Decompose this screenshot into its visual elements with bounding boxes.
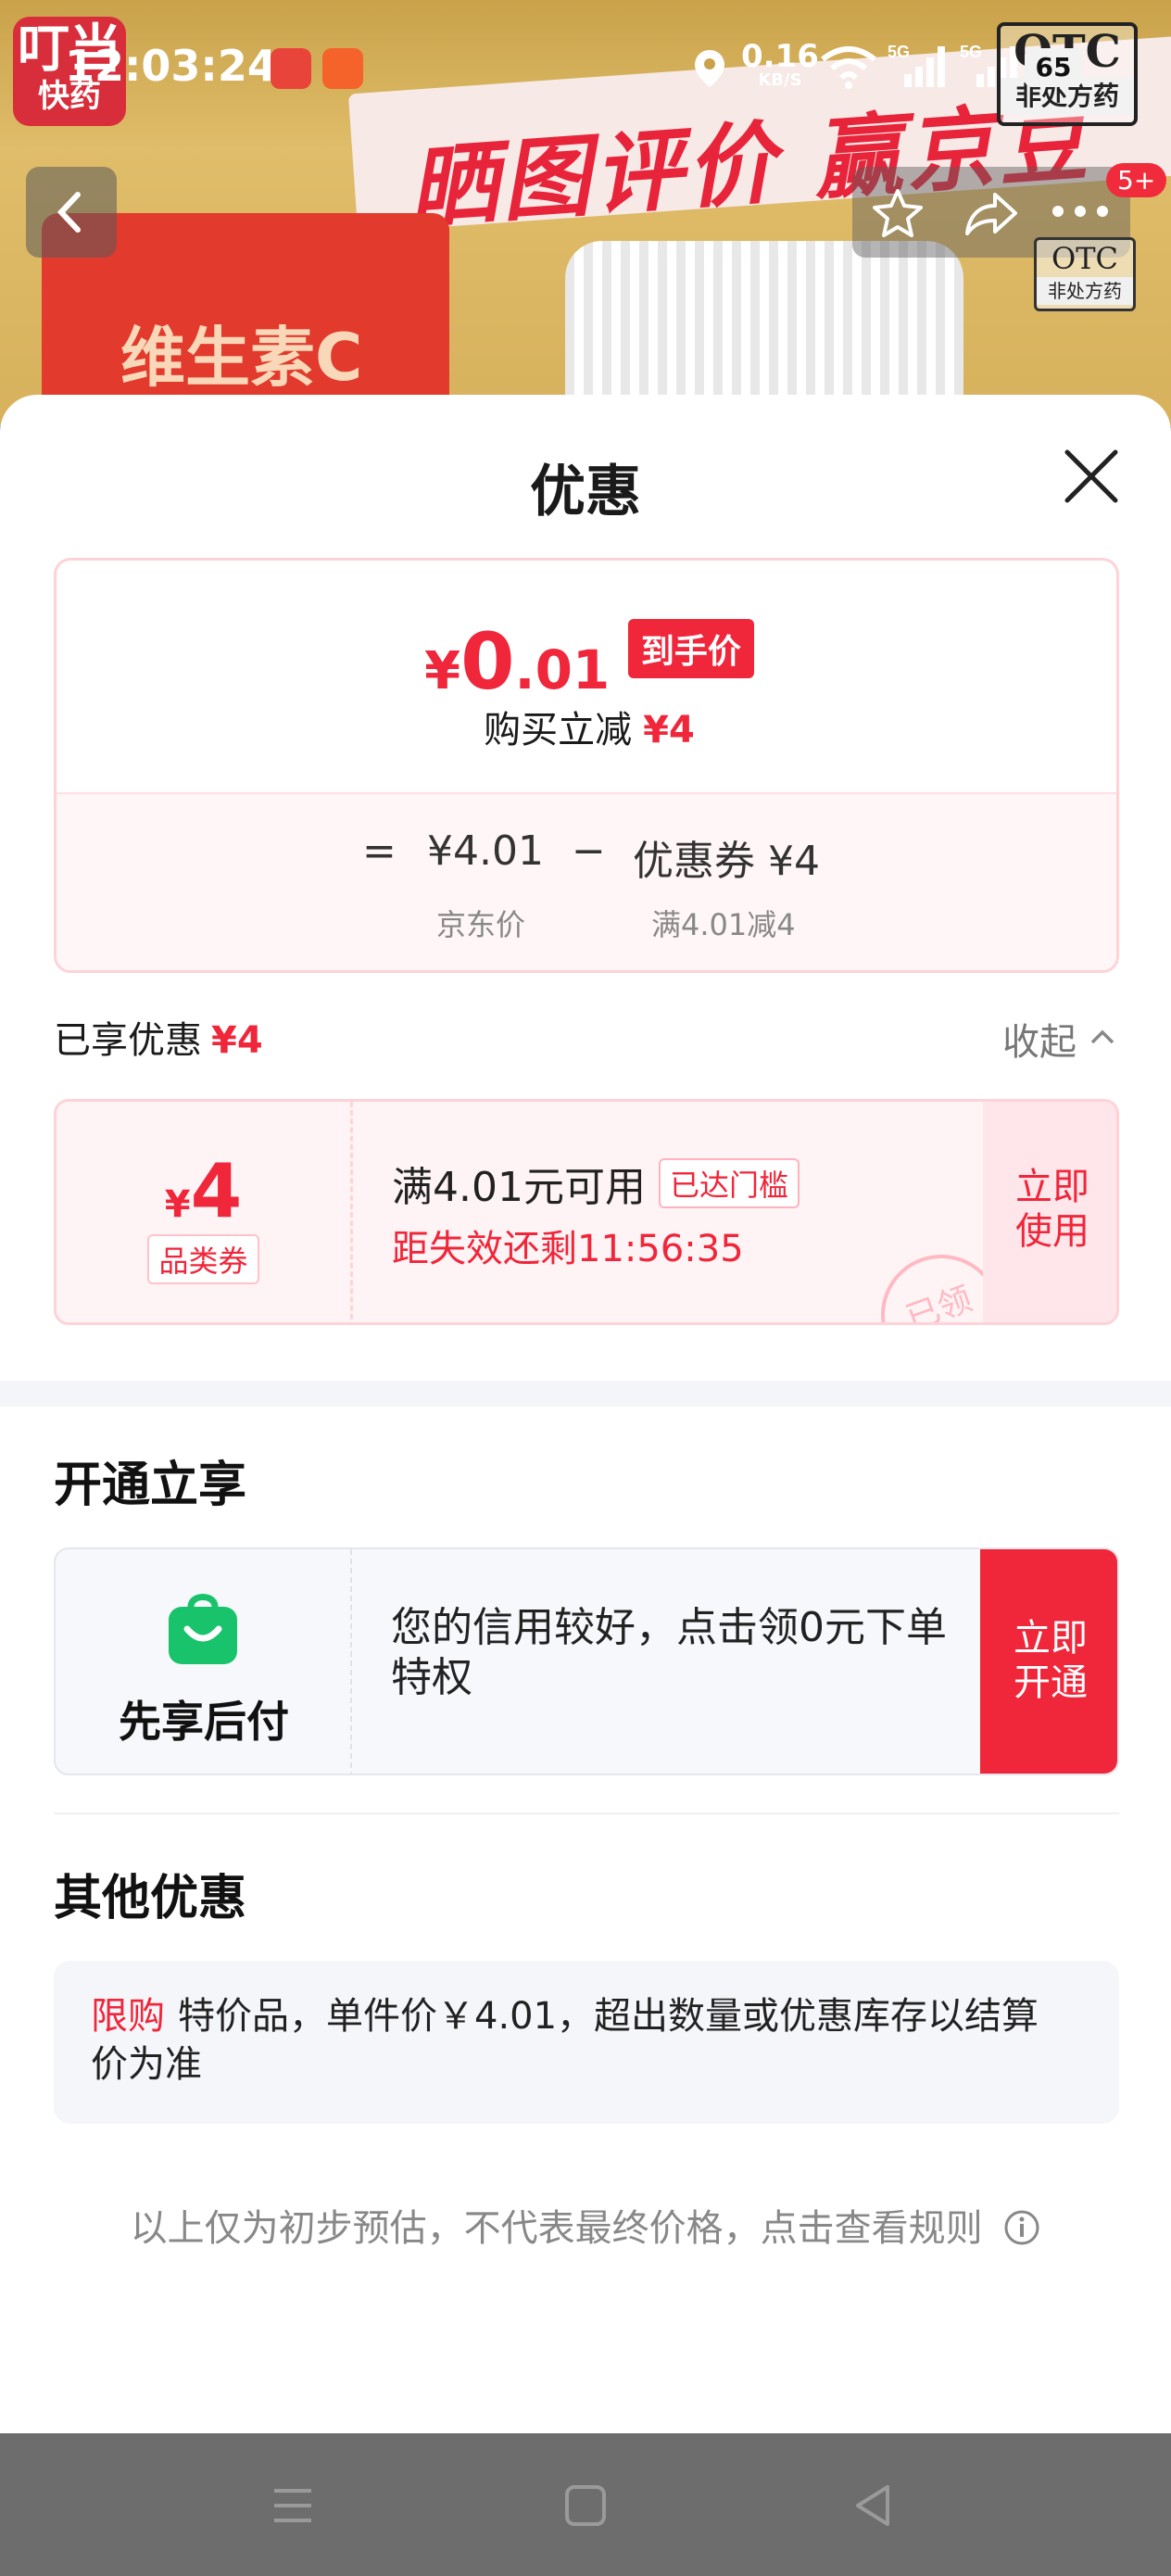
divider (54, 1812, 1119, 1814)
rules-footnote[interactable]: 以上仅为初步预估，不代表最终价格，点击查看规则 (0, 2198, 1171, 2252)
close-icon[interactable] (1062, 447, 1121, 506)
bnpl-description: 您的信用较好，点击领0元下单特权 (391, 1604, 947, 1701)
formula-jd-price: ¥4.01 (427, 827, 544, 875)
otc-sublabel: 非处方药 (1037, 277, 1133, 305)
sheet-title: 优惠 (530, 460, 641, 524)
signal-icon: 5G (888, 43, 945, 87)
formula-equals: = (362, 827, 397, 875)
collapse-button[interactable]: 收起 (1002, 1012, 1077, 1066)
price-currency: ¥ (424, 641, 461, 701)
coupon-condition: 满4.01元可用 (392, 1164, 646, 1211)
instant-reduce-label: 购买立减 (484, 709, 633, 751)
coupon-timer: 距失效还剩11:56:35 (392, 1228, 744, 1270)
coupon-amount: ¥4 (57, 1148, 350, 1234)
coupon-type: 品类券 (147, 1234, 259, 1284)
chevron-up-icon[interactable] (1089, 1029, 1115, 1045)
other-discount-card: 限购 特价品，单件价￥4.01，超出数量或优惠库存以结算价为准 (54, 1961, 1119, 2124)
star-icon[interactable] (871, 187, 925, 239)
bnpl-label: 先享后付 (119, 1697, 289, 1747)
price-decimal: .01 (514, 638, 611, 701)
section-divider (0, 1381, 1171, 1407)
instant-reduce-amount: ¥4 (643, 709, 695, 751)
use-now-line1: 立即 (1015, 1166, 1089, 1208)
location-icon (695, 50, 724, 87)
message-badge: 5+ (1106, 163, 1167, 197)
menu-icon[interactable] (265, 2478, 321, 2533)
status-time: 12:03:24 (65, 41, 277, 91)
other-section-title: 其他优惠 (54, 1871, 247, 1926)
share-icon[interactable] (963, 189, 1019, 237)
back-button[interactable] (26, 167, 117, 258)
other-discount-desc: 特价品，单件价￥4.01，超出数量或优惠库存以结算价为准 (91, 1995, 1039, 2086)
bnpl-card[interactable]: 先享后付 您的信用较好，点击领0元下单特权 立即 开通 (54, 1547, 1119, 1775)
formula-jd-price-label: 京东价 (436, 907, 526, 942)
otc-label: OTC (1051, 241, 1119, 276)
formula-minus: − (572, 827, 606, 875)
enjoyed-discount: 已享优惠 ¥4 (54, 1010, 263, 1064)
footnote-text: 以上仅为初步预估，不代表最终价格，点击查看规则 (130, 2207, 983, 2250)
activate-section-title: 开通立享 (54, 1458, 247, 1513)
discount-sheet: 优惠 ¥0.01 到手价 购买立减 ¥4 = ¥4.01 − 优惠券 ¥4 京东价… (0, 395, 1171, 2433)
more-icon[interactable] (1051, 204, 1110, 219)
enjoyed-label: 已享优惠 (54, 1019, 202, 1062)
home-icon[interactable] (558, 2478, 613, 2533)
notification-icon (322, 48, 363, 89)
instant-reduce: 购买立减 ¥4 (57, 700, 1116, 753)
coupon-info: 满4.01元可用 已达门槛 距失效还剩11:56:35 (392, 1154, 800, 1272)
hand-price-tag: 到手价 (627, 619, 754, 678)
status-bar: 叮当 快药 12:03:24 0.16 KB/S 5G 5G OTC 非处方药 … (0, 0, 1171, 139)
limit-tag: 限购 (91, 1995, 165, 2038)
back-arrow-icon (57, 192, 81, 233)
back-triangle-icon[interactable] (845, 2478, 900, 2533)
bnpl-brand: 先享后付 (56, 1549, 352, 1774)
net-speed: 0.16 KB/S (741, 41, 819, 89)
enjoyed-amount: ¥4 (211, 1019, 263, 1062)
price-card: ¥0.01 到手价 购买立减 ¥4 = ¥4.01 − 优惠券 ¥4 京东价 满4… (54, 558, 1119, 973)
other-discount-text: 限购 特价品，单件价￥4.01，超出数量或优惠库存以结算价为准 (91, 1992, 1073, 2089)
coupon-card: ¥4 品类券 满4.01元可用 已达门槛 距失效还剩11:56:35 已领 立即 … (54, 1099, 1119, 1325)
battery-indicator: 65 (1025, 48, 1082, 87)
notification-icon (271, 48, 311, 89)
svg-text:5G: 5G (888, 43, 910, 61)
formula-coupon: 优惠券 ¥4 (633, 838, 820, 885)
info-icon (1004, 2210, 1039, 2245)
formula-coupon-label: 满4.01减4 (651, 907, 796, 942)
coupon-value: ¥4 品类券 (57, 1102, 353, 1322)
threshold-tag: 已达门槛 (658, 1158, 800, 1208)
coupon-currency: ¥ (164, 1183, 191, 1226)
net-speed-value: 0.16 (741, 38, 819, 75)
wifi-icon (821, 46, 876, 89)
svg-text:5G: 5G (960, 43, 982, 61)
otc-badge-small: OTC 非处方药 (1034, 237, 1136, 311)
price-integer: 0 (460, 616, 515, 707)
use-now-button[interactable]: 立即 使用 (983, 1102, 1116, 1322)
shopping-bag-icon (169, 1594, 237, 1664)
use-now-line2: 使用 (1015, 1210, 1089, 1253)
activate-line1: 立即 (1014, 1617, 1088, 1660)
activate-now-button[interactable]: 立即 开通 (980, 1549, 1117, 1774)
coupon-number: 4 (190, 1148, 243, 1234)
final-price: ¥0.01 到手价 (57, 616, 1116, 707)
system-nav-bar (0, 2433, 1171, 2576)
product-label: 维生素C (120, 320, 363, 396)
price-formula: = ¥4.01 − 优惠券 ¥4 京东价 满4.01减4 (57, 792, 1116, 970)
activate-line2: 开通 (1014, 1661, 1088, 1704)
